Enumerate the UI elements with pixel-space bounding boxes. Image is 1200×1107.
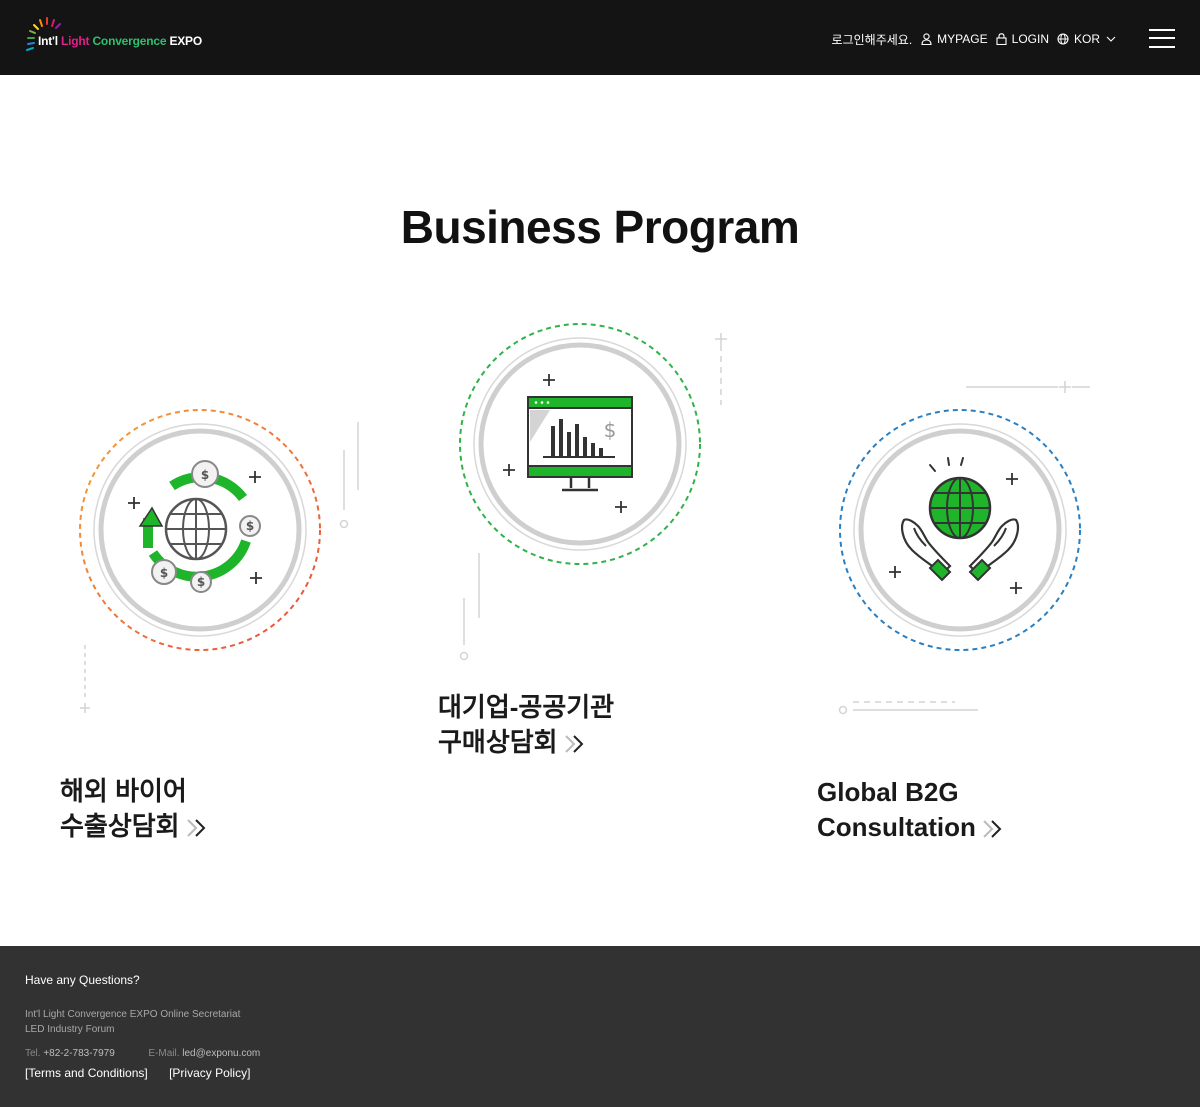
- footer-org-line-2: LED Industry Forum: [25, 1024, 115, 1035]
- global-exchange-icon: $ $ $ $: [79, 409, 321, 651]
- program-corporate-purchase-icon-card[interactable]: $: [458, 322, 702, 566]
- program-overseas-buyer-icon-card[interactable]: $ $ $ $: [78, 408, 322, 652]
- site-footer: Have any Questions? Int'l Light Converge…: [0, 946, 1200, 1107]
- svg-text:$: $: [160, 566, 168, 580]
- email-value[interactable]: led@exponu.com: [182, 1048, 260, 1059]
- double-chevron-right-icon: [564, 735, 584, 753]
- footer-org-line-1: Int'l Light Convergence EXPO Online Secr…: [25, 1009, 241, 1020]
- footer-question: Have any Questions?: [25, 973, 140, 987]
- svg-text:$: $: [197, 575, 205, 589]
- tel-label: Tel.: [25, 1048, 41, 1059]
- monitor-chart-icon: $: [459, 323, 701, 565]
- program-global-b2g-link[interactable]: Global B2G Consultation: [817, 775, 1004, 845]
- terms-link[interactable]: [Terms and Conditions]: [25, 1066, 148, 1080]
- double-chevron-right-icon: [186, 819, 206, 837]
- svg-text:$: $: [246, 519, 254, 533]
- privacy-link[interactable]: [Privacy Policy]: [169, 1066, 250, 1080]
- tel-value: +82-2-783-7979: [43, 1048, 115, 1059]
- program-line-1: 해외 바이어: [60, 776, 187, 806]
- program-overseas-buyer-link[interactable]: 해외 바이어 수출상담회: [60, 774, 208, 844]
- program-line-1: Global B2G: [817, 777, 959, 807]
- program-line-1: 대기업-공공기관: [438, 692, 615, 722]
- hands-globe-icon: [839, 409, 1081, 651]
- svg-text:$: $: [201, 468, 209, 482]
- program-line-2: Consultation: [817, 812, 976, 842]
- footer-links: [Terms and Conditions] [Privacy Policy]: [25, 1066, 268, 1080]
- email-label: E-Mail.: [148, 1048, 180, 1059]
- program-global-b2g-icon-card[interactable]: [838, 408, 1082, 652]
- footer-organization: Int'l Light Convergence EXPO Online Secr…: [25, 1007, 240, 1037]
- double-chevron-right-icon: [983, 820, 1002, 838]
- program-line-2: 구매상담회: [438, 727, 558, 757]
- program-line-2: 수출상담회: [60, 811, 180, 841]
- footer-contact: Tel. +82-2-783-7979 E-Mail. led@exponu.c…: [25, 1048, 260, 1059]
- program-corporate-purchase-link[interactable]: 대기업-공공기관 구매상담회: [438, 690, 614, 760]
- svg-text:$: $: [604, 418, 617, 442]
